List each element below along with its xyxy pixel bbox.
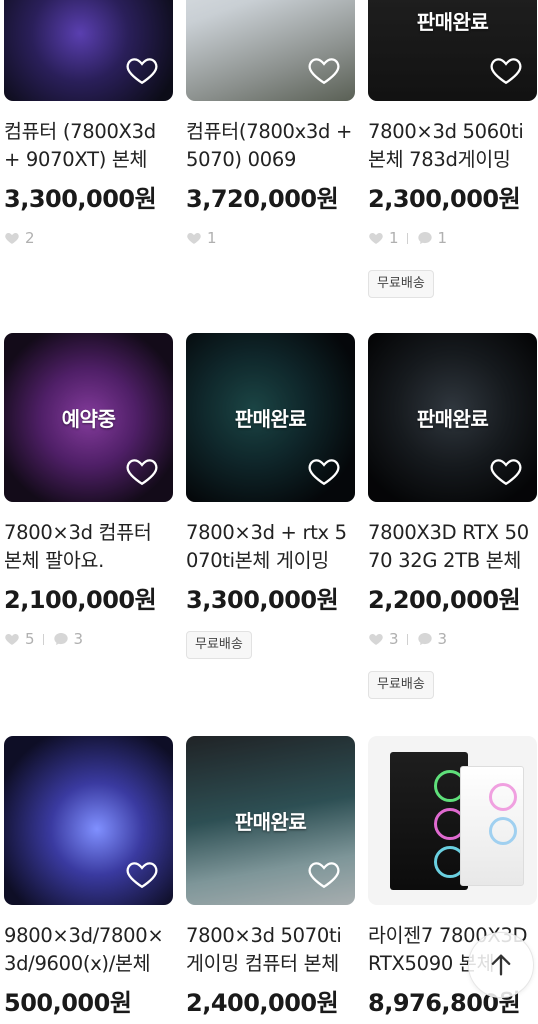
- sold-out-label: 판매완료: [234, 810, 307, 834]
- heart-icon[interactable]: [307, 53, 341, 87]
- listing-title[interactable]: 7800×3d 컴퓨터 본체 팔아요.: [4, 519, 173, 575]
- pc-case-white-image: [460, 766, 524, 886]
- chat-count-icon: [53, 633, 68, 645]
- listing-title[interactable]: 컴퓨터(7800x3d + 5070) 0069: [186, 118, 355, 174]
- listing-title[interactable]: 7800X3D RTX 5070 32G 2TB 본체: [368, 519, 537, 575]
- product-thumbnail[interactable]: 예약중: [4, 333, 173, 502]
- sold-out-label: 판매완료: [234, 407, 307, 431]
- free-shipping-badge: 무료배송: [368, 270, 434, 298]
- product-thumbnail[interactable]: [186, 0, 355, 101]
- like-count-icon: [369, 633, 383, 645]
- pc-case-black-image: [390, 752, 468, 890]
- listing-title[interactable]: 7800×3d 5060ti 본체 783d게이밍: [368, 118, 537, 174]
- like-count: 1: [389, 229, 399, 247]
- listing-price: 2,300,000원: [368, 185, 521, 213]
- listing-title[interactable]: 9800×3d/7800×3d/9600(x)/본체: [4, 922, 173, 978]
- heart-icon[interactable]: [307, 857, 341, 891]
- product-thumbnail[interactable]: [4, 736, 173, 905]
- listing-price: 2,400,000원: [186, 989, 339, 1017]
- listing-stats: 1: [186, 228, 217, 248]
- listing-stats: 5 3: [4, 629, 83, 649]
- like-count-icon: [369, 232, 383, 244]
- listing-stats: 2: [4, 228, 35, 248]
- heart-icon[interactable]: [125, 454, 159, 488]
- like-count-icon: [187, 232, 201, 244]
- listing-price: 3,300,000원: [186, 586, 339, 614]
- stats-divider: [406, 633, 408, 645]
- listing-price: 2,100,000원: [4, 586, 157, 614]
- stats-divider: [406, 232, 408, 244]
- stats-divider: [42, 633, 44, 645]
- heart-icon[interactable]: [489, 53, 523, 87]
- heart-icon[interactable]: [125, 53, 159, 87]
- free-shipping-badge: 무료배송: [368, 671, 434, 699]
- like-count: 5: [25, 630, 35, 648]
- like-count: 3: [389, 630, 399, 648]
- chat-count: 3: [73, 630, 84, 648]
- like-count: 1: [207, 229, 217, 247]
- listing-price: 2,200,000원: [368, 586, 521, 614]
- like-count-icon: [5, 232, 19, 244]
- like-count: 2: [25, 229, 35, 247]
- sold-out-label: 판매완료: [416, 10, 489, 34]
- product-thumbnail[interactable]: [368, 736, 537, 905]
- product-thumbnail[interactable]: 판매완료: [186, 333, 355, 502]
- chat-count: 3: [437, 630, 448, 648]
- scroll-to-top-button[interactable]: [468, 932, 534, 998]
- reserved-label: 예약중: [61, 407, 116, 431]
- listing-title[interactable]: 7800×3d + rtx 5070ti본체 게이밍: [186, 519, 355, 575]
- listing-title[interactable]: 컴퓨터 (7800X3d + 9070XT) 본체: [4, 118, 173, 174]
- product-thumbnail[interactable]: [4, 0, 173, 101]
- product-thumbnail[interactable]: 판매완료: [368, 333, 537, 502]
- arrow-up-icon: [491, 954, 511, 976]
- listing-price: 3,720,000원: [186, 185, 339, 213]
- free-shipping-badge: 무료배송: [186, 631, 252, 659]
- listing-price: 500,000원: [4, 989, 132, 1017]
- listing-title[interactable]: 7800×3d 5070ti 게이밍 컴퓨터 본체: [186, 922, 355, 978]
- heart-icon[interactable]: [125, 857, 159, 891]
- heart-icon[interactable]: [307, 454, 341, 488]
- listing-stats: 3 3: [368, 629, 447, 649]
- sold-out-label: 판매완료: [416, 407, 489, 431]
- chat-count-icon: [417, 232, 432, 244]
- product-thumbnail[interactable]: 판매완료: [368, 0, 537, 101]
- like-count-icon: [5, 633, 19, 645]
- chat-count: 1: [437, 229, 448, 247]
- chat-count-icon: [417, 633, 432, 645]
- heart-icon[interactable]: [489, 454, 523, 488]
- listing-stats: 1 1: [368, 228, 447, 248]
- product-thumbnail[interactable]: 판매완료: [186, 736, 355, 905]
- listing-price: 3,300,000원: [4, 185, 157, 213]
